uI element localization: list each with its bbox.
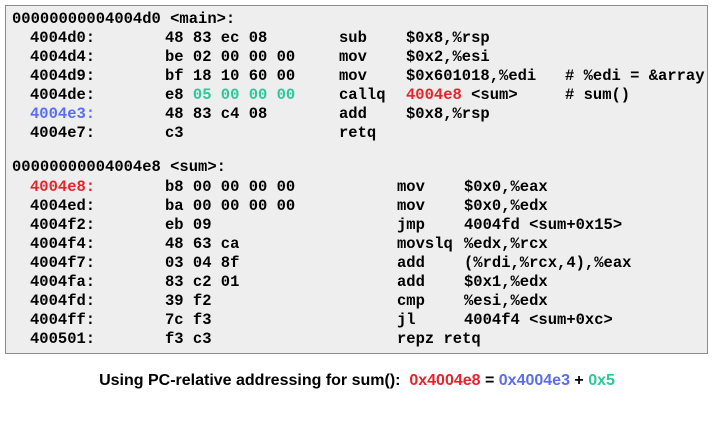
instruction-comment: # sum() — [565, 86, 631, 104]
instruction-bytes: c3 — [165, 124, 184, 142]
call-instruction-row: 4004de: e8 05 00 00 00 callq 4004e8 <sum… — [6, 86, 630, 105]
instruction-row: 4004d9: bf 18 10 60 00 mov $0x601018,%ed… — [6, 67, 705, 86]
instruction-row: 4004e3: 48 83 c4 08 add $0x8,%rsp — [6, 105, 490, 124]
instruction-mnemonic: cmp — [397, 292, 425, 310]
instruction-address: 4004de: — [30, 86, 96, 104]
main-function-header: 00000000004004d0 <main>: — [6, 10, 235, 29]
instruction-operands: $0x601018,%edi — [406, 67, 537, 85]
instruction-operands: %edx,%rcx — [464, 235, 548, 253]
instruction-bytes: bf 18 10 60 00 — [165, 67, 296, 85]
next-instruction-address: 4004e3: — [30, 105, 96, 123]
instruction-address: 4004ff: — [30, 311, 96, 329]
relative-offset-bytes: 05 00 00 00 — [192, 86, 296, 104]
instruction-mnemonic: repz retq — [397, 330, 481, 348]
instruction-bytes: 83 c2 01 — [165, 273, 240, 291]
caption-plus: + — [569, 372, 589, 389]
instruction-operands: $0x2,%esi — [406, 48, 490, 66]
instruction-mnemonic: add — [397, 254, 425, 272]
instruction-row: 4004fd: 39 f2 cmp %esi,%edx — [6, 292, 548, 311]
instruction-address: 4004d9: — [30, 67, 96, 85]
instruction-bytes: 48 63 ca — [165, 235, 240, 253]
instruction-operands: 4004f4 <sum+0xc> — [464, 311, 613, 329]
instruction-operands: $0x0,%edx — [464, 197, 548, 215]
function-header-label: 00000000004004e8 <sum>: — [12, 158, 226, 176]
call-target-address: 4004e8 — [406, 86, 462, 104]
instruction-mnemonic: mov — [339, 48, 367, 66]
instruction-row: 4004d0: 48 83 ec 08 sub $0x8,%rsp — [6, 29, 490, 48]
instruction-bytes: 39 f2 — [165, 292, 212, 310]
instruction-bytes: b8 00 00 00 00 — [165, 178, 296, 196]
instruction-row: 4004ff: 7c f3 jl 4004f4 <sum+0xc> — [6, 311, 613, 330]
instruction-mnemonic: mov — [339, 67, 367, 85]
caption-offset: 0x5 — [588, 372, 615, 389]
instruction-bytes: be 02 00 00 00 — [165, 48, 296, 66]
instruction-mnemonic: movslq — [397, 235, 453, 253]
instruction-operands: $0x8,%rsp — [406, 105, 490, 123]
caption-target-address: 0x4004e8 — [409, 372, 481, 389]
instruction-row: 4004e8: b8 00 00 00 00 mov $0x0,%eax — [6, 178, 548, 197]
instruction-address: 4004f4: — [30, 235, 96, 253]
instruction-row: 400501: f3 c3 repz retq — [6, 330, 481, 349]
instruction-mnemonic: callq — [339, 86, 386, 104]
instruction-operands: 4004e8 <sum> — [406, 86, 518, 105]
instruction-operands: $0x1,%edx — [464, 273, 548, 291]
instruction-mnemonic: jl — [397, 311, 416, 329]
instruction-comment: # %edi = &array — [565, 67, 705, 85]
instruction-address: 4004d4: — [30, 48, 96, 66]
instruction-mnemonic: sub — [339, 29, 367, 47]
disassembly-panel: 00000000004004d0 <main>: 4004d0: 48 83 e… — [5, 5, 708, 354]
instruction-mnemonic: add — [339, 105, 367, 123]
instruction-mnemonic: add — [397, 273, 425, 291]
caption-next-ip: 0x4004e3 — [498, 372, 570, 389]
sum-function-header: 00000000004004e8 <sum>: — [6, 158, 226, 177]
instruction-row: 4004f4: 48 63 ca movslq %edx,%rcx — [6, 235, 548, 254]
caption-equals: = — [480, 372, 499, 389]
instruction-row: 4004f7: 03 04 8f add (%rdi,%rcx,4),%eax — [6, 254, 631, 273]
instruction-address: 4004ed: — [30, 197, 96, 215]
instruction-address: 4004f2: — [30, 216, 96, 234]
instruction-bytes: 48 83 c4 08 — [165, 105, 268, 123]
instruction-bytes: 48 83 ec 08 — [165, 29, 268, 47]
instruction-row: 4004d4: be 02 00 00 00 mov $0x2,%esi — [6, 48, 490, 67]
instruction-bytes: ba 00 00 00 00 — [165, 197, 296, 215]
instruction-operands: $0x8,%rsp — [406, 29, 490, 47]
sum-entry-address: 4004e8: — [30, 178, 96, 196]
call-target-symbol: <sum> — [461, 86, 518, 104]
instruction-address: 4004e7: — [30, 124, 96, 142]
instruction-bytes: 7c f3 — [165, 311, 212, 329]
function-header-label: 00000000004004d0 <main>: — [12, 10, 236, 28]
instruction-row: 4004f2: eb 09 jmp 4004fd <sum+0x15> — [6, 216, 622, 235]
instruction-mnemonic: mov — [397, 178, 425, 196]
instruction-bytes: e8 05 00 00 00 — [165, 86, 295, 105]
instruction-operands: 4004fd <sum+0x15> — [464, 216, 623, 234]
instruction-address: 4004fd: — [30, 292, 96, 310]
instruction-mnemonic: jmp — [397, 216, 425, 234]
instruction-operands: %esi,%edx — [464, 292, 548, 310]
pc-relative-caption: Using PC-relative addressing for sum(): … — [0, 370, 714, 392]
instruction-row: 4004e7: c3 retq — [6, 124, 376, 143]
caption-prefix: Using PC-relative addressing for sum(): — [99, 372, 410, 389]
instruction-operands: (%rdi,%rcx,4),%eax — [464, 254, 632, 272]
opcode-byte: e8 — [165, 86, 193, 104]
instruction-address: 4004fa: — [30, 273, 96, 291]
instruction-bytes: 03 04 8f — [165, 254, 240, 272]
instruction-address: 4004f7: — [30, 254, 96, 272]
instruction-row: 4004ed: ba 00 00 00 00 mov $0x0,%edx — [6, 197, 548, 216]
instruction-address: 4004d0: — [30, 29, 96, 47]
instruction-bytes: f3 c3 — [165, 330, 212, 348]
instruction-address: 400501: — [30, 330, 96, 348]
instruction-mnemonic: mov — [397, 197, 425, 215]
instruction-row: 4004fa: 83 c2 01 add $0x1,%edx — [6, 273, 548, 292]
instruction-mnemonic: retq — [339, 124, 377, 142]
instruction-bytes: eb 09 — [165, 216, 212, 234]
instruction-operands: $0x0,%eax — [464, 178, 548, 196]
